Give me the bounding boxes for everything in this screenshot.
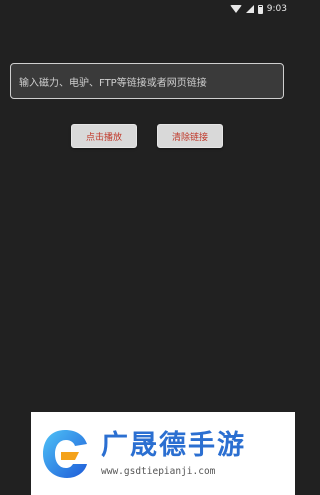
status-time: 9:03 [266, 4, 287, 14]
watermark-banner: 广晟德手游 www.gsdtiepianji.com [31, 412, 295, 495]
play-button[interactable]: 点击播放 [71, 124, 137, 148]
wifi-icon [229, 5, 242, 13]
brand-logo-icon [43, 429, 87, 478]
status-bar: 9:03 [0, 0, 295, 18]
watermark-title: 广晟德手游 [101, 430, 246, 461]
url-input[interactable]: 输入磁力、电驴、FTP等链接或者网页链接 [10, 63, 284, 99]
url-input-placeholder: 输入磁力、电驴、FTP等链接或者网页链接 [19, 77, 207, 89]
clear-link-button[interactable]: 清除链接 [157, 124, 223, 148]
battery-icon [257, 4, 263, 14]
watermark-url: www.gsdtiepianji.com [101, 466, 216, 477]
signal-icon [245, 5, 254, 13]
